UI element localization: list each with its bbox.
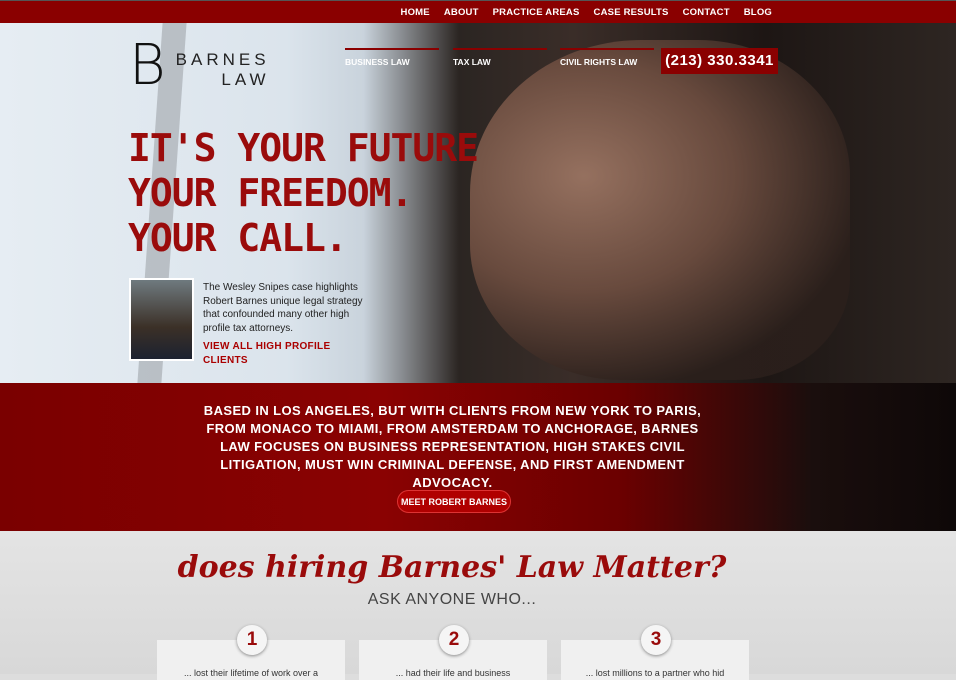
meet-robert-barnes-button[interactable]: MEET ROBERT BARNES: [397, 490, 511, 513]
practice-tax-law[interactable]: TAX LAW: [453, 48, 547, 67]
logo[interactable]: B BARNES LAW: [129, 38, 270, 94]
section-subtitle: ASK ANYONE WHO...: [367, 591, 537, 608]
card-number-badge: 1: [237, 625, 267, 655]
headline-line: YOUR CALL.: [128, 216, 348, 260]
nav-contact[interactable]: CONTACT: [683, 7, 730, 18]
headline-line: YOUR FREEDOM.: [128, 171, 413, 215]
headline-line: IT'S YOUR FUTURE: [128, 126, 479, 170]
card-number-badge: 3: [641, 625, 671, 655]
logo-name: BARNES: [175, 50, 270, 69]
headline: IT'S YOUR FUTURE YOUR FREEDOM. YOUR CALL…: [128, 126, 479, 261]
view-clients-link[interactable]: VIEW ALL HIGH PROFILE CLIENTS: [203, 340, 363, 367]
nav-about[interactable]: ABOUT: [444, 7, 479, 18]
practice-business-law[interactable]: BUSINESS LAW: [345, 48, 439, 67]
intro-text: BASED IN LOS ANGELES, BUT WITH CLIENTS F…: [203, 403, 702, 490]
logo-sub: LAW: [221, 70, 270, 89]
phone-button[interactable]: (213) 330.3341: [661, 48, 778, 74]
nav-case-results[interactable]: CASE RESULTS: [594, 7, 669, 18]
client-photo: [129, 278, 194, 361]
nav-blog[interactable]: BLOG: [744, 7, 772, 18]
section-title: does hiring Barnes' Law Matter?: [177, 550, 727, 585]
top-bar: HOME ABOUT PRACTICE AREAS CASE RESULTS C…: [0, 0, 956, 23]
feature-text: The Wesley Snipes case highlights Robert…: [203, 282, 363, 334]
nav-home[interactable]: HOME: [401, 7, 430, 18]
hero-portrait: [470, 40, 850, 380]
feature-blurb: The Wesley Snipes case highlights Robert…: [203, 281, 363, 367]
practice-civil-rights-law[interactable]: CIVIL RIGHTS LAW: [560, 48, 654, 67]
top-nav: HOME ABOUT PRACTICE AREAS CASE RESULTS C…: [401, 7, 772, 18]
card-number-badge: 2: [439, 625, 469, 655]
logo-mark: B: [129, 33, 166, 98]
nav-practice-areas[interactable]: PRACTICE AREAS: [493, 7, 580, 18]
